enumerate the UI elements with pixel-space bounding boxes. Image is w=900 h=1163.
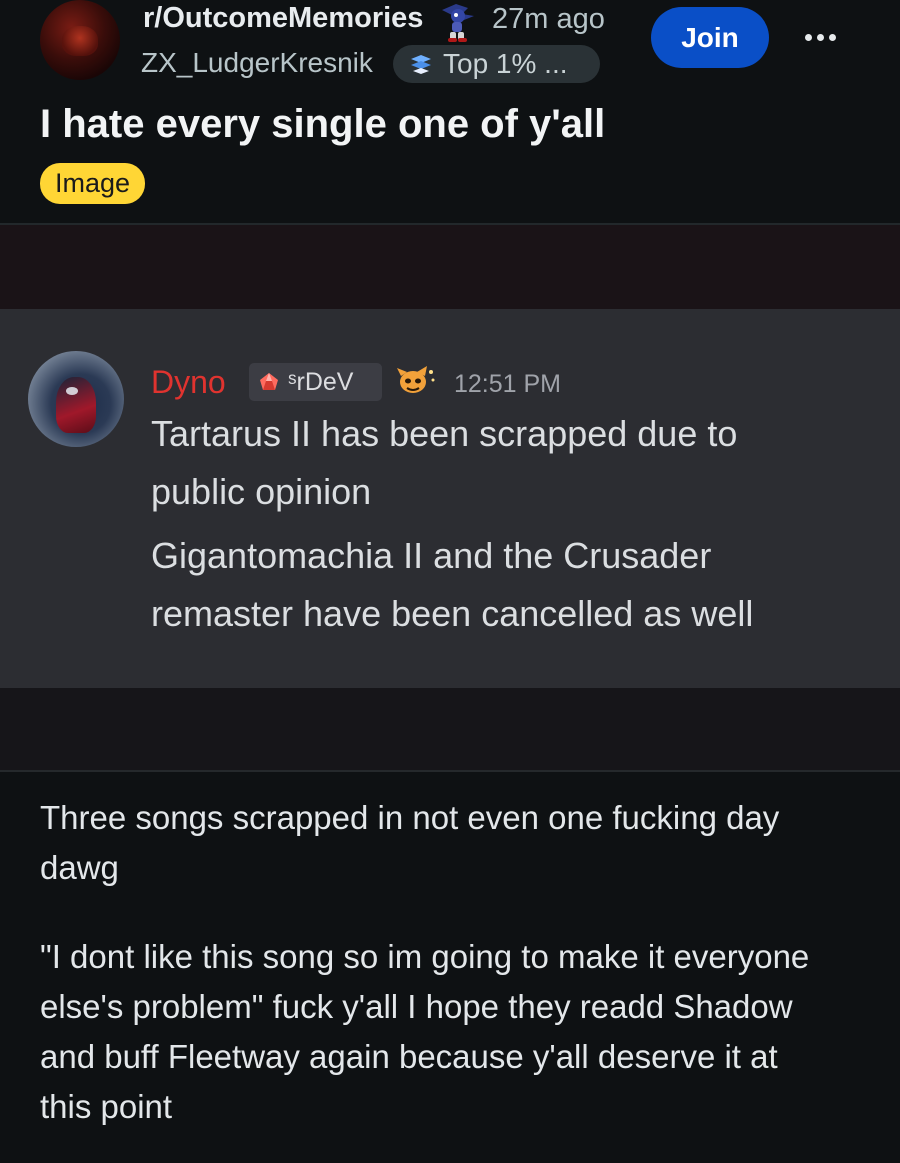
subreddit-avatar[interactable] <box>40 0 120 80</box>
role-tag: ˢrDeV <box>249 363 382 401</box>
body-line: dawg <box>40 849 119 886</box>
discord-avatar <box>28 351 124 447</box>
discord-line: Tartarus II has been scrapped due to <box>151 413 738 454</box>
body-line: Three songs scrapped in not even one fuc… <box>40 799 780 836</box>
post-title: I hate every single one of y'all <box>40 102 606 146</box>
discord-author: Dyno <box>151 364 226 400</box>
discord-timestamp: 12:51 PM <box>454 370 562 398</box>
join-button[interactable]: Join <box>651 7 769 68</box>
emoji-icon <box>397 366 435 393</box>
image-tag: Image <box>40 163 146 204</box>
post-body-paragraph: "I dont like this song so im going to ma… <box>40 932 870 1132</box>
username[interactable]: ZX_LudgerKresnik <box>141 46 373 80</box>
post-time: 27m ago <box>492 3 604 35</box>
image-band-bottom <box>0 688 900 771</box>
flair-figure-icon <box>442 4 474 42</box>
post-image[interactable]: Dyno ˢrDeV 12:51 PM Tartarus II has been… <box>0 225 900 771</box>
role-tag-text: ˢrDeV <box>288 368 354 396</box>
flair-badge-icon <box>411 55 431 74</box>
discord-line: remaster have been cancelled as well <box>151 593 754 634</box>
more-options-icon[interactable] <box>800 22 840 52</box>
role-gem-icon <box>260 373 278 390</box>
body-line: else's problem" fuck y'all I hope they r… <box>40 988 793 1025</box>
discord-line: Gigantomachia II and the Crusader <box>151 535 712 576</box>
post-header: r/OutcomeMemories 27m ago ZX_LudgerKresn… <box>0 0 900 225</box>
discord-line: public opinion <box>151 471 372 512</box>
user-flair-text: Top 1% ... <box>443 48 568 79</box>
body-line: "I dont like this song so im going to ma… <box>40 938 810 975</box>
image-band-top <box>0 225 900 309</box>
body-line: this point <box>40 1088 173 1125</box>
body-line: and buff Fleetway again because y'all de… <box>40 1038 778 1075</box>
post-body-paragraph: Three songs scrapped in not even one fuc… <box>40 793 870 893</box>
subreddit-name[interactable]: r/OutcomeMemories <box>143 0 423 36</box>
post-page: r/OutcomeMemories 27m ago ZX_LudgerKresn… <box>0 0 900 1163</box>
user-flair: Top 1% ... <box>393 45 600 83</box>
divider <box>0 770 900 772</box>
discord-message: Dyno ˢrDeV 12:51 PM Tartarus II has been… <box>0 309 900 688</box>
